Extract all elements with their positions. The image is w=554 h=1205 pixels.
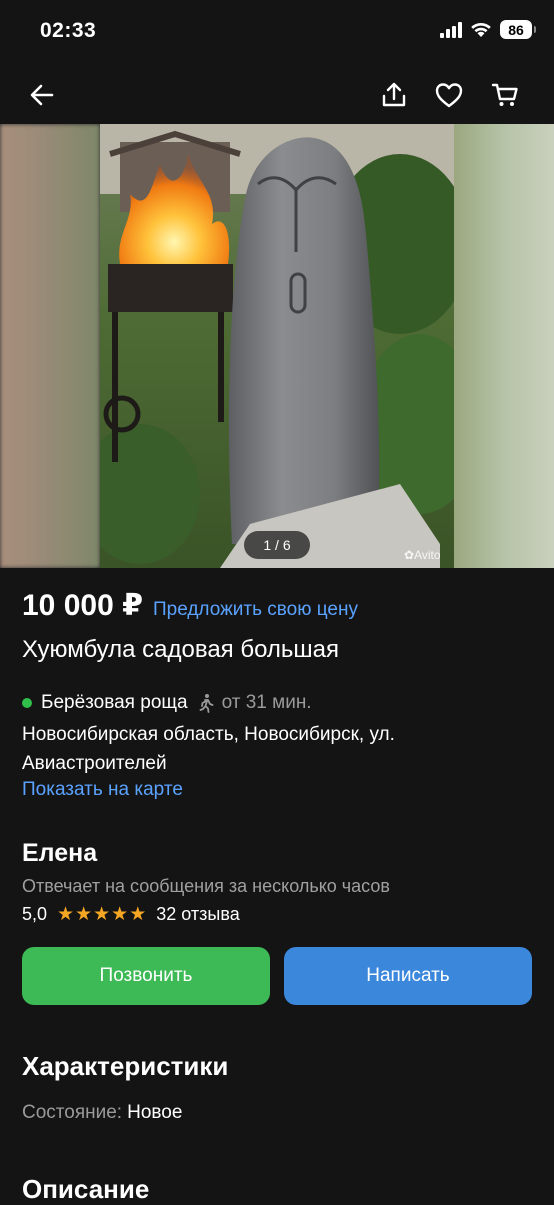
wifi-icon [471, 22, 491, 37]
nav-bar [0, 66, 554, 124]
star-icon: ★ [93, 904, 111, 925]
rating-stars: ★ ★ ★ ★ ★ [57, 905, 146, 924]
write-message-button[interactable]: Написать [284, 947, 532, 1005]
cart-button[interactable] [486, 76, 524, 114]
star-icon: ★ [75, 904, 93, 925]
offer-price-link[interactable]: Предложить свою цену [153, 599, 358, 621]
characteristic-label: Состояние: [22, 1102, 123, 1123]
arrow-left-icon [30, 84, 54, 106]
characteristics-heading: Характеристики [22, 1051, 229, 1081]
photo-gallery[interactable]: 1 / 6 ✿Avito [0, 124, 554, 568]
avito-watermark: ✿Avito [404, 548, 441, 562]
price-row: 10 000 ₽ Предложить свою цену [22, 588, 358, 623]
description-heading: Описание [22, 1174, 150, 1204]
status-bar: 02:33 86 [0, 0, 554, 66]
listing-title: Хуюмбула садовая большая [22, 636, 340, 663]
seller-response-time: Отвечает на сообщения за несколько часов [22, 876, 390, 896]
share-icon [382, 82, 406, 107]
walking-person-icon [199, 694, 213, 713]
reviews-link[interactable]: 32 отзыва [156, 904, 239, 925]
seller-name[interactable]: Елена [22, 839, 97, 868]
show-on-map-link[interactable]: Показать на карте [22, 779, 183, 801]
photo-counter: 1 / 6 [244, 531, 310, 559]
star-icon: ★ [111, 904, 129, 925]
product-photo[interactable] [100, 124, 454, 568]
characteristic-row: Состояние: Новое [22, 1102, 182, 1124]
metro-station-row: Берёзовая роща от 31 мин. [22, 692, 312, 714]
share-button[interactable] [375, 76, 413, 114]
price: 10 000 ₽ [22, 589, 143, 622]
seller-rating-row: 5,0 ★ ★ ★ ★ ★ 32 отзыва [22, 904, 240, 925]
status-time: 02:33 [40, 19, 97, 42]
previous-photo-preview[interactable] [0, 124, 100, 568]
metro-station-name: Берёзовая роща [41, 692, 188, 713]
star-icon: ★ [57, 904, 75, 925]
battery-indicator: 86 [500, 20, 536, 39]
star-icon: ★ [129, 904, 147, 925]
walk-time: от 31 мин. [221, 692, 312, 713]
next-photo-preview[interactable] [454, 124, 554, 568]
address: Новосибирская область, Новосибирск, ул. … [22, 724, 395, 774]
characteristic-value: Новое [127, 1102, 183, 1123]
cellular-signal-icon [440, 21, 462, 38]
favorite-button[interactable] [430, 76, 468, 114]
heart-icon [435, 83, 463, 108]
status-icons: 86 [440, 20, 536, 39]
back-button[interactable] [23, 76, 61, 114]
cart-icon [491, 83, 518, 106]
call-button[interactable]: Позвонить [22, 947, 270, 1005]
rating-value: 5,0 [22, 904, 48, 924]
metro-line-dot-icon [22, 698, 32, 708]
